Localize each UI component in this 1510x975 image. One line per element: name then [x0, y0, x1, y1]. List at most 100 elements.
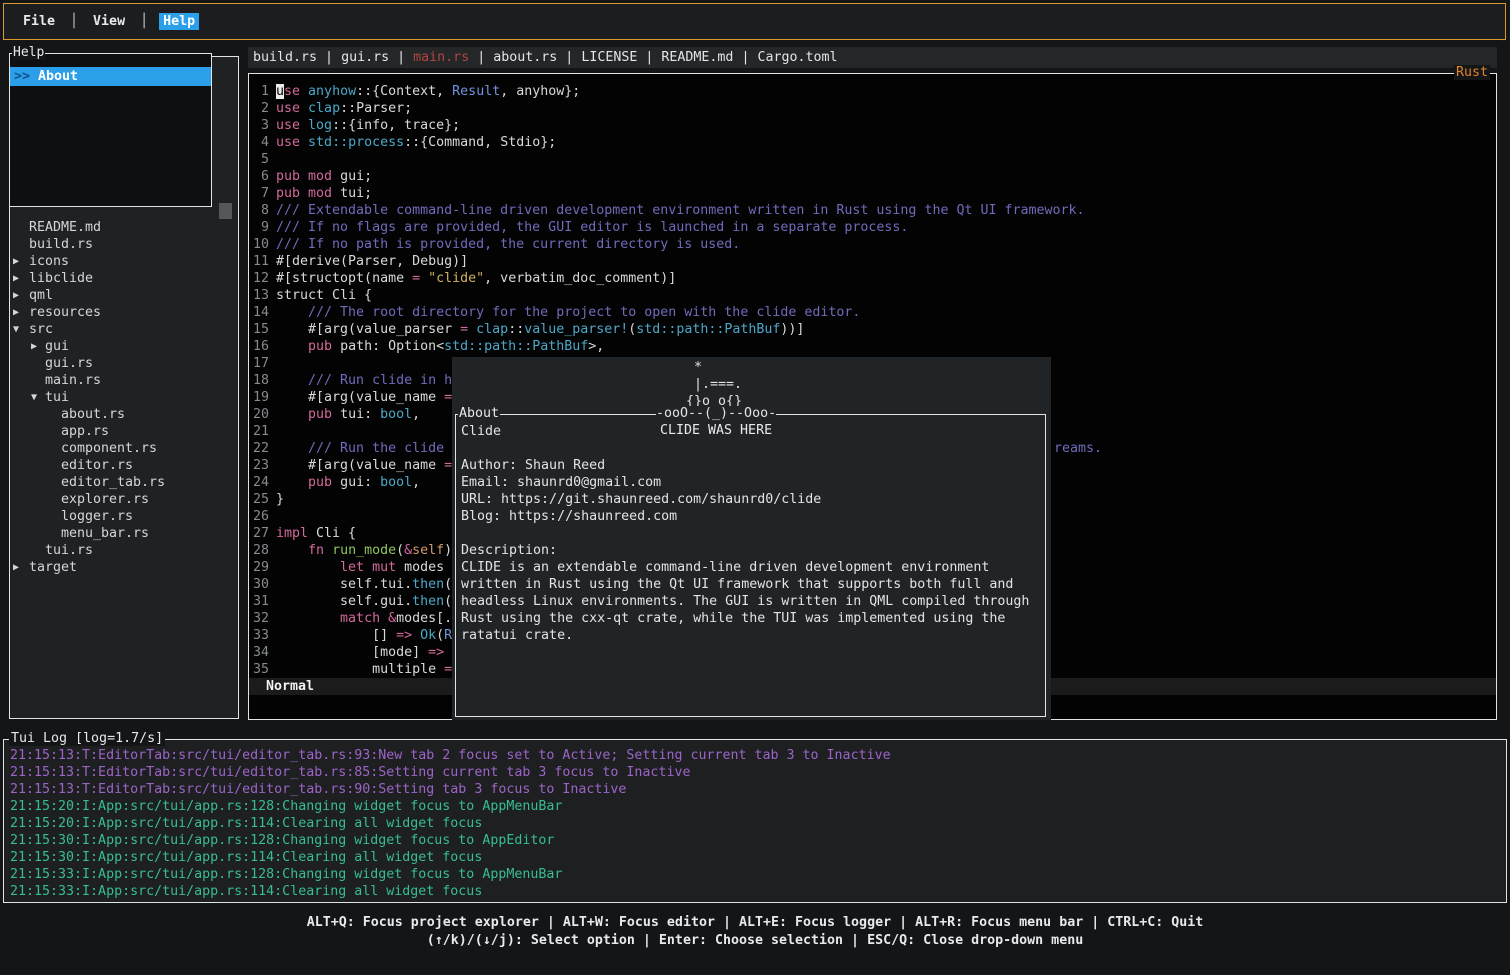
chevron-right-icon[interactable]: ▶ [13, 253, 19, 270]
code-line-16: 16 pub path: Option<std::path::PathBuf>, [253, 338, 1495, 355]
tree-item-about-rs[interactable]: about.rs [10, 406, 238, 423]
code-token: Result [452, 84, 500, 99]
code-token: gui: [332, 475, 380, 490]
code-token: anyhow [308, 84, 356, 99]
code-token: tui: [332, 407, 380, 422]
code-token: use [276, 101, 300, 116]
line-number: 21 [253, 423, 269, 440]
tree-item-editor_tab-rs[interactable]: editor_tab.rs [10, 474, 238, 491]
code-token: self.gui. [276, 594, 412, 609]
code-token: ) [444, 543, 452, 558]
about-popup-box: About -ooO--(_)--Ooo- CLIDE WAS HERE Cli… [455, 414, 1046, 717]
tab-build-rs[interactable]: build.rs [253, 50, 317, 65]
tree-item-component-rs[interactable]: component.rs [10, 440, 238, 457]
tree-item-label: README.md [29, 220, 101, 235]
tui-log-panel[interactable]: Tui Log [log=1.7/s] 21:15:13:T:EditorTab… [3, 739, 1507, 903]
tree-item-explorer-rs[interactable]: explorer.rs [10, 491, 238, 508]
code-token: bool [380, 475, 412, 490]
tab-main-rs[interactable]: main.rs [413, 50, 469, 65]
menu-item-file[interactable]: File [19, 13, 59, 30]
line-number: 15 [253, 321, 269, 338]
tab-separator: | [557, 50, 581, 65]
tree-item-app-rs[interactable]: app.rs [10, 423, 238, 440]
code-token: std::path::PathBuf [444, 339, 588, 354]
code-token: pub [276, 169, 300, 184]
chevron-right-icon[interactable]: ▶ [13, 559, 19, 576]
code-token: ( [436, 628, 444, 643]
code-token: std::process [308, 135, 404, 150]
tree-item-tui[interactable]: ▼tui [10, 389, 238, 406]
code-token: /// If no path is provided, the current … [276, 237, 740, 252]
tab-gui-rs[interactable]: gui.rs [341, 50, 389, 65]
chevron-right-icon[interactable]: ▶ [13, 287, 19, 304]
code-token: modes [396, 560, 452, 575]
tree-item-label: gui [45, 339, 69, 354]
tree-item-gui[interactable]: ▶ gui [10, 338, 238, 355]
tree-item-editor-rs[interactable]: editor.rs [10, 457, 238, 474]
kilroy-border-art: -ooO--(_)--Ooo- [656, 406, 776, 421]
log-entry: 21:15:33:I:App:src/tui/app.rs:114:Cleari… [10, 883, 891, 900]
kilroy-ascii-art: * |.===. {}o o{} [686, 359, 742, 410]
tree-item-label: main.rs [45, 373, 101, 388]
menu-item-help[interactable]: Help [159, 13, 199, 30]
code-token: mod [308, 186, 332, 201]
code-token: /// If no flags are provided, the GUI ed… [276, 220, 908, 235]
code-token: use [276, 118, 300, 133]
code-token: std::path::PathBuf [636, 322, 780, 337]
code-token: ::{Command, Stdio}; [404, 135, 556, 150]
tree-item-src[interactable]: ▼ src [10, 321, 238, 338]
tree-item-logger-rs[interactable]: logger.rs [10, 508, 238, 525]
menu-separator: │ [70, 14, 78, 29]
code-token: self.tui. [276, 577, 412, 592]
tree-item-libclide[interactable]: ▶libclide [10, 270, 238, 287]
line-number: 32 [253, 610, 269, 627]
tree-item-gui-rs[interactable]: gui.rs [10, 355, 238, 372]
code-token: /// Run the clide [276, 441, 452, 456]
tab-README-md[interactable]: README.md [661, 50, 733, 65]
chevron-right-icon[interactable]: ▶ [13, 270, 19, 287]
code-token [300, 135, 308, 150]
tree-item-icons[interactable]: ▶icons [10, 253, 238, 270]
tree-item-tui-rs[interactable]: tui.rs [10, 542, 238, 559]
tree-item-label: src [29, 322, 53, 337]
keybinding-line-1: ALT+Q: Focus project explorer | ALT+W: F… [0, 914, 1510, 932]
line-number: 16 [253, 338, 269, 355]
tree-item-label: about.rs [61, 407, 125, 422]
code-token: = [460, 322, 468, 337]
chevron-down-icon[interactable]: ▼ [13, 321, 19, 338]
chevron-right-icon[interactable]: ▶ [13, 304, 19, 321]
code-token: reams. [1054, 440, 1102, 457]
line-number: 29 [253, 559, 269, 576]
tree-item-qml[interactable]: ▶qml [10, 287, 238, 304]
code-token: multiple [276, 662, 444, 677]
file-tree: README.mdbuild.rs▶icons▶libclide▶qml▶res… [10, 219, 238, 576]
tab-LICENSE[interactable]: LICENSE [581, 50, 637, 65]
code-token: clap [476, 322, 508, 337]
menu-item-view[interactable]: View [89, 13, 129, 30]
code-token: & [404, 543, 412, 558]
chevron-down-icon[interactable]: ▼ [31, 389, 37, 406]
help-scrollbar-thumb[interactable] [219, 203, 232, 219]
code-token: gui; [332, 169, 372, 184]
tree-item-README-md[interactable]: README.md [10, 219, 238, 236]
editor-tab-bar: build.rs | gui.rs | main.rs | about.rs |… [248, 47, 1497, 68]
code-token: clap [308, 101, 340, 116]
tab-Cargo-toml[interactable]: Cargo.toml [757, 50, 837, 65]
editor-mode-label: Normal [266, 679, 314, 694]
tree-item-resources[interactable]: ▶resources [10, 304, 238, 321]
code-token: >, [588, 339, 604, 354]
chevron-right-icon[interactable]: ▶ [31, 338, 37, 355]
code-token: fn [308, 543, 324, 558]
help-menu-item-about[interactable]: >>About [10, 67, 211, 86]
line-number: 17 [253, 355, 269, 372]
code-token: pub [308, 339, 332, 354]
tree-item-target[interactable]: ▶target [10, 559, 238, 576]
code-token [276, 560, 340, 575]
code-token: , anyhow}; [500, 84, 580, 99]
tree-item-build-rs[interactable]: build.rs [10, 236, 238, 253]
tree-item-menu_bar-rs[interactable]: menu_bar.rs [10, 525, 238, 542]
tab-about-rs[interactable]: about.rs [493, 50, 557, 65]
line-number: 10 [253, 236, 269, 253]
code-token: ::{Context, [356, 84, 452, 99]
tree-item-main-rs[interactable]: main.rs [10, 372, 238, 389]
